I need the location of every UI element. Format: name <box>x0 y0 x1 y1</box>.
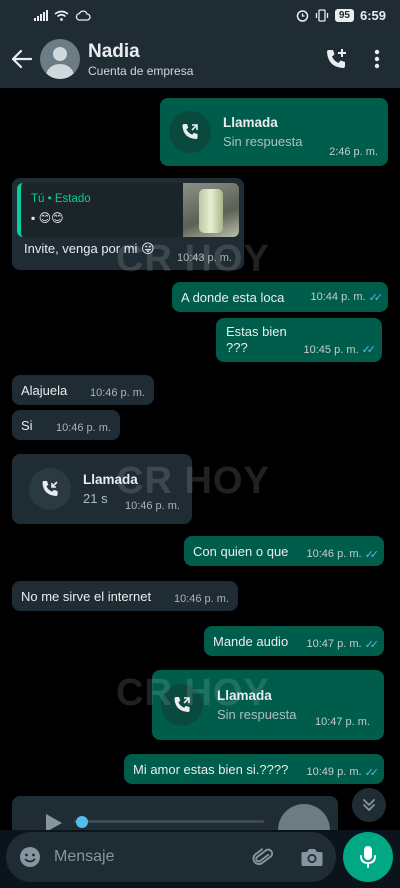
status-bar: 95 6:59 <box>0 0 400 30</box>
message-time: 10:46 p. m. <box>55 422 111 434</box>
signal-icon <box>34 9 48 21</box>
call-title: Llamada <box>223 115 278 130</box>
arrow-left-icon[interactable] <box>10 47 34 71</box>
text-message-outgoing[interactable]: Estas bien ??? 10:45 p. m. ✓✓ <box>216 318 382 362</box>
message-composer[interactable]: Mensaje <box>6 832 336 882</box>
emoji-icon[interactable] <box>18 845 42 869</box>
contact-subtitle: Cuenta de empresa <box>88 63 194 78</box>
message-time: 10:46 p. m. <box>89 387 145 399</box>
contact-name: Nadia <box>88 40 140 62</box>
more-vert-icon[interactable] <box>374 49 380 69</box>
play-icon[interactable] <box>42 812 64 830</box>
watermark: CR HOY <box>116 460 270 502</box>
vibrate-icon <box>315 8 328 22</box>
quote-content: ▪ 😊😊 <box>31 211 64 225</box>
message-time: 10:46 p. m. <box>173 593 229 605</box>
watermark: CR HOY <box>116 238 270 280</box>
text-message-outgoing[interactable]: Mi amor estas bien si.???? 10:49 p. m. ✓… <box>124 754 384 784</box>
message-text: Estas bien <box>226 324 287 339</box>
message-time: 10:47 p. m. <box>314 716 370 728</box>
mic-button[interactable] <box>343 832 393 882</box>
wifi-icon <box>54 10 69 21</box>
message-time: 10:49 p. m. <box>306 766 362 778</box>
paperclip-icon[interactable] <box>252 845 274 869</box>
read-ticks-icon: ✓✓ <box>368 291 384 304</box>
incoming-call-icon <box>29 468 71 510</box>
message-text: A donde esta loca <box>181 289 285 305</box>
voice-waveform[interactable] <box>74 820 264 823</box>
cloud-icon <box>75 9 91 21</box>
watermark: CR HOY <box>116 672 270 714</box>
message-time: 10:44 p. m. <box>310 291 366 303</box>
message-time: 10:47 p. m. <box>306 638 362 650</box>
quote-author: Tú • Estado <box>31 193 91 205</box>
message-text: Con quien o que <box>193 543 289 559</box>
text-message-outgoing[interactable]: Con quien o que 10:46 p. m. ✓✓ <box>184 536 384 566</box>
chat-area[interactable]: Llamada Sin respuesta 2:46 p. m. Tú • Es… <box>0 88 400 830</box>
text-message-outgoing[interactable]: A donde esta loca 10:44 p. m. ✓✓ <box>172 282 388 312</box>
voice-message-incoming[interactable] <box>12 796 338 830</box>
text-message-incoming[interactable]: Alajuela 10:46 p. m. <box>12 375 154 405</box>
text-message-outgoing[interactable]: Mande audio 10:47 p. m. ✓✓ <box>204 626 384 656</box>
double-chevron-down-icon[interactable] <box>352 788 386 822</box>
message-text: Mi amor estas bien si.???? <box>133 761 289 777</box>
alarm-icon <box>296 9 309 22</box>
message-time: 2:46 p. m. <box>329 146 378 158</box>
message-time: 10:45 p. m. <box>303 343 359 356</box>
avatar[interactable] <box>40 39 80 79</box>
message-text: Si <box>21 417 33 433</box>
status-clock: 6:59 <box>359 7 386 23</box>
message-text: No me sirve el internet <box>21 588 152 604</box>
call-message-outgoing[interactable]: Llamada Sin respuesta 2:46 p. m. <box>160 98 388 166</box>
status-thumbnail <box>183 183 239 237</box>
read-ticks-icon: ✓✓ <box>364 766 380 779</box>
chat-header: Nadia Cuenta de empresa <box>0 30 400 88</box>
camera-icon[interactable] <box>300 846 324 868</box>
read-ticks-icon: ✓✓ <box>361 344 377 356</box>
contact-info[interactable]: Nadia Cuenta de empresa <box>88 41 193 78</box>
read-ticks-icon: ✓✓ <box>364 638 380 651</box>
battery-level: 95 <box>334 8 354 22</box>
read-ticks-icon: ✓✓ <box>364 548 380 561</box>
voice-progress-dot[interactable] <box>76 816 88 828</box>
quoted-status[interactable]: Tú • Estado ▪ 😊😊 <box>17 183 239 237</box>
add-call-icon[interactable] <box>324 47 348 71</box>
text-message-incoming[interactable]: No me sirve el internet 10:46 p. m. <box>12 581 238 611</box>
message-text: Mande audio <box>213 633 289 649</box>
message-text-line2: ??? <box>226 340 248 355</box>
message-time: 10:46 p. m. <box>306 548 362 560</box>
message-text: Alajuela <box>21 382 68 398</box>
message-input[interactable]: Mensaje <box>54 848 114 866</box>
mic-icon <box>360 846 376 868</box>
voice-avatar <box>278 804 330 830</box>
outgoing-call-icon <box>169 111 211 153</box>
text-message-incoming[interactable]: Si 10:46 p. m. <box>12 410 120 440</box>
